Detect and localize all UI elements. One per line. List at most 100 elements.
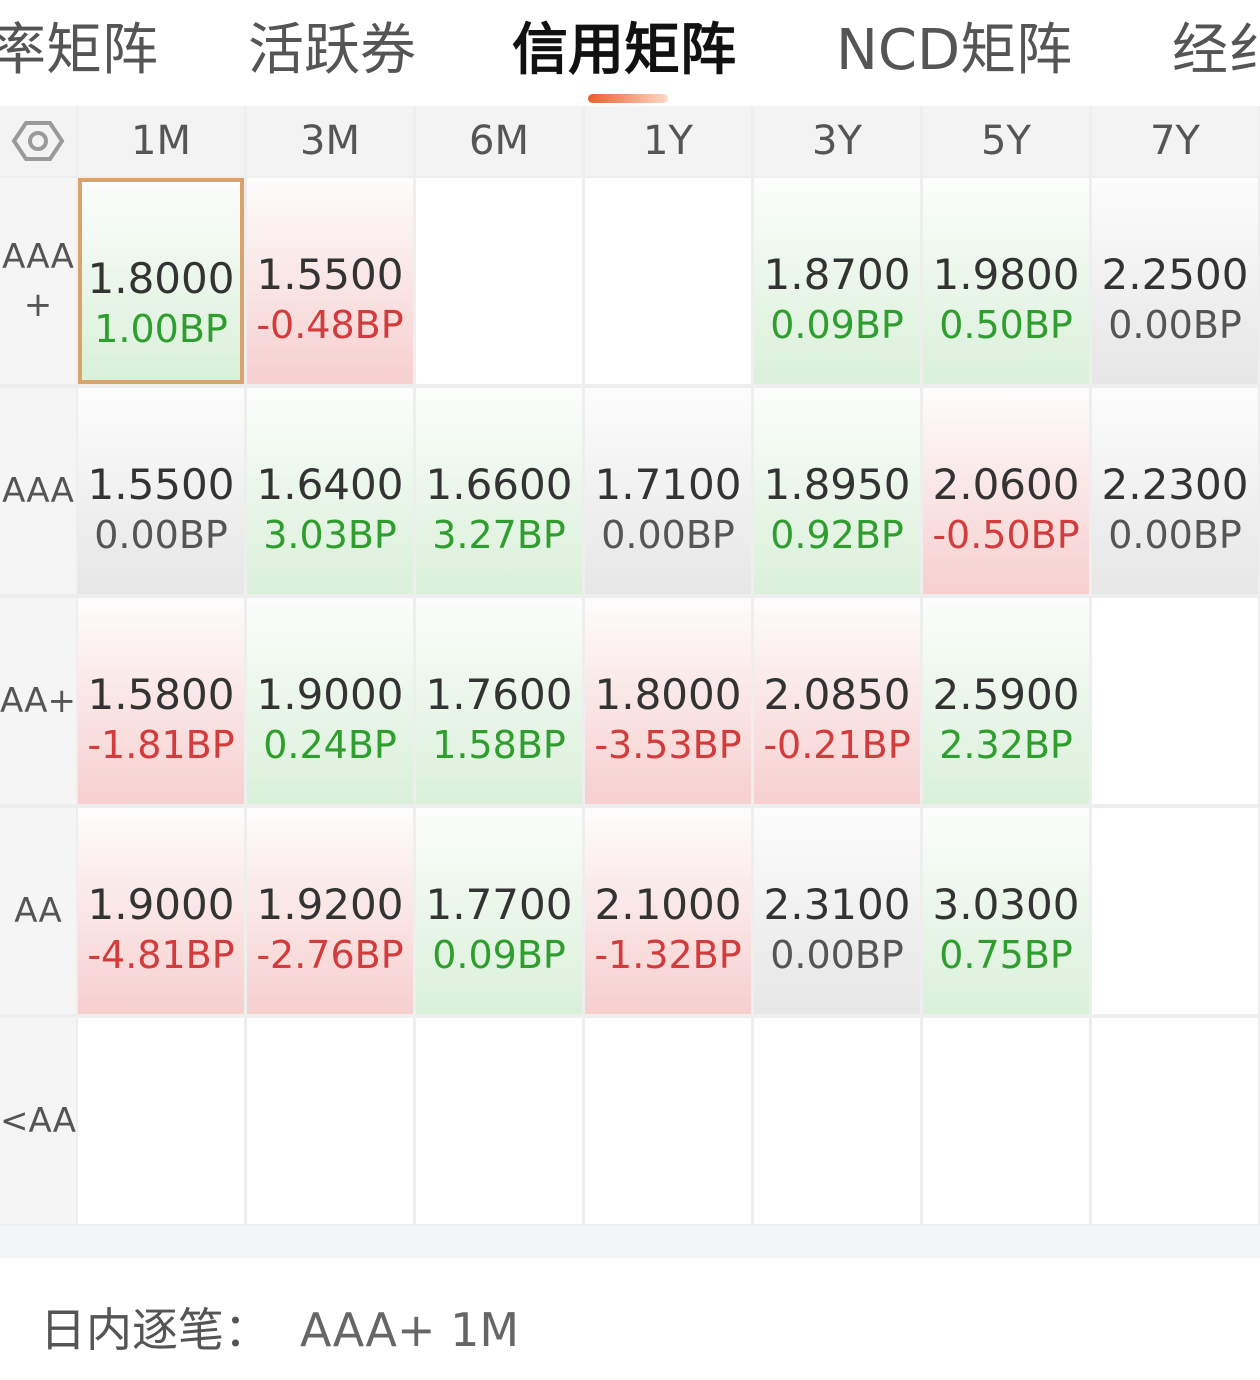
matrix-cell[interactable] [247, 1018, 413, 1224]
cell-yield: 1.8950 [763, 460, 911, 509]
tab-credit-matrix[interactable]: 信用矩阵 [512, 16, 736, 86]
cell-yield: 1.9000 [87, 880, 235, 929]
column-header: 5Y [923, 106, 1089, 176]
cell-change: -0.48BP [256, 303, 404, 347]
cell-change: 0.00BP [1108, 513, 1242, 557]
cell-change: 2.32BP [939, 723, 1073, 767]
intraday-ticks: 日内逐笔： AAA+ 1M [40, 1294, 519, 1360]
matrix-cell[interactable]: 1.8000 -3.53BP [585, 598, 751, 804]
cell-yield: 1.8000 [87, 254, 235, 303]
matrix-cell[interactable] [78, 1018, 244, 1224]
settings-button[interactable] [0, 106, 76, 176]
tab-active-bonds[interactable]: 活跃券 [248, 16, 416, 86]
matrix-cell[interactable]: 1.9000 0.24BP [247, 598, 413, 804]
matrix-cell[interactable]: 1.7600 1.58BP [416, 598, 582, 804]
cell-yield: 1.9000 [256, 670, 404, 719]
tab-next[interactable]: 经纟 [1172, 16, 1260, 86]
cell-yield: 2.5900 [932, 670, 1080, 719]
matrix-cell[interactable]: 1.9800 0.50BP [923, 178, 1089, 384]
matrix-cell[interactable]: 1.6400 3.03BP [247, 388, 413, 594]
cell-yield: 1.7600 [425, 670, 573, 719]
matrix-cell[interactable]: 1.5500 -0.48BP [247, 178, 413, 384]
cell-yield: 1.9800 [932, 250, 1080, 299]
cell-change: 0.50BP [939, 303, 1073, 347]
cell-yield: 2.2500 [1101, 250, 1249, 299]
row-label: AA [0, 808, 76, 1014]
matrix-cell[interactable]: 1.9000 -4.81BP [78, 808, 244, 1014]
cell-yield: 2.0600 [932, 460, 1080, 509]
hexagon-settings-icon [11, 121, 65, 161]
cell-yield: 1.5500 [256, 250, 404, 299]
tab-ncd-matrix[interactable]: NCD矩阵 [836, 16, 1072, 86]
column-header: 1M [78, 106, 244, 176]
matrix-cell[interactable]: 2.3100 0.00BP [754, 808, 920, 1014]
matrix-cell[interactable]: 1.9200 -2.76BP [247, 808, 413, 1014]
matrix-cell[interactable]: 1.5800 -1.81BP [78, 598, 244, 804]
matrix-cell[interactable]: 2.2300 0.00BP [1092, 388, 1258, 594]
matrix-cell[interactable]: 1.8000 1.00BP [78, 178, 244, 384]
cell-change: 0.75BP [939, 933, 1073, 977]
cell-change: 1.58BP [432, 723, 566, 767]
row-label-text: <AA [0, 1101, 76, 1141]
row-label-text: AA [14, 891, 62, 931]
cell-change: 3.03BP [263, 513, 397, 557]
matrix-cell[interactable]: 1.7100 0.00BP [585, 388, 751, 594]
cell-change: -4.81BP [87, 933, 235, 977]
cell-change: -3.53BP [594, 723, 742, 767]
matrix-cell[interactable]: 1.8700 0.09BP [754, 178, 920, 384]
matrix-cell[interactable] [416, 178, 582, 384]
column-header: 7Y [1092, 106, 1258, 176]
cell-yield: 1.5800 [87, 670, 235, 719]
matrix-cell[interactable] [585, 1018, 751, 1224]
matrix-cell[interactable]: 2.0600 -0.50BP [923, 388, 1089, 594]
matrix-cell[interactable]: 1.6600 3.27BP [416, 388, 582, 594]
cell-yield: 1.9200 [256, 880, 404, 929]
matrix-cell[interactable]: 1.8950 0.92BP [754, 388, 920, 594]
matrix-cell[interactable]: 3.0300 0.75BP [923, 808, 1089, 1014]
matrix-cell[interactable] [416, 1018, 582, 1224]
cell-yield: 2.0850 [763, 670, 911, 719]
cell-yield: 3.0300 [932, 880, 1080, 929]
cell-yield: 2.2300 [1101, 460, 1249, 509]
matrix-cell[interactable] [1092, 808, 1258, 1014]
cell-change: 0.00BP [770, 933, 904, 977]
active-tab-indicator [588, 94, 668, 103]
matrix-cell[interactable] [923, 1018, 1089, 1224]
credit-matrix-grid: 1M 3M 6M 1Y 3Y 5Y 7Y AAA+ 1.8000 1.00BP 1.5500 -0.4… [0, 106, 1260, 1226]
cell-change: -1.32BP [594, 933, 742, 977]
matrix-cell[interactable]: 2.5900 2.32BP [923, 598, 1089, 804]
column-header: 3M [247, 106, 413, 176]
matrix-cell[interactable] [1092, 598, 1258, 804]
footer: 日内逐笔： AAA+ 1M [0, 1226, 1260, 1380]
row-label: <AA [0, 1018, 76, 1224]
matrix-cell[interactable]: 1.7700 0.09BP [416, 808, 582, 1014]
matrix-cell[interactable]: 2.0850 -0.21BP [754, 598, 920, 804]
tab-rate-matrix[interactable]: 率矩阵 [0, 16, 158, 86]
row-label-text: AAA [2, 471, 74, 511]
column-header: 6M [416, 106, 582, 176]
intraday-selection: AAA+ 1M [300, 1303, 520, 1357]
cell-yield: 2.1000 [594, 880, 742, 929]
matrix-cell[interactable] [585, 178, 751, 384]
cell-change: 1.00BP [94, 307, 228, 351]
cell-change: 0.09BP [432, 933, 566, 977]
cell-change: -1.81BP [87, 723, 235, 767]
cell-yield: 1.7700 [425, 880, 573, 929]
column-header: 1Y [585, 106, 751, 176]
matrix-cell[interactable] [754, 1018, 920, 1224]
row-label-text: AA+ [0, 681, 76, 721]
intraday-label: 日内逐笔： [40, 1303, 270, 1357]
row-label: AAA [0, 388, 76, 594]
row-label: AAA+ [0, 178, 76, 384]
cell-yield: 1.6400 [256, 460, 404, 509]
cell-change: 0.92BP [770, 513, 904, 557]
matrix-cell[interactable]: 2.1000 -1.32BP [585, 808, 751, 1014]
matrix-cell[interactable]: 2.2500 0.00BP [1092, 178, 1258, 384]
tab-bar: 率矩阵 活跃券 信用矩阵 NCD矩阵 经纟 [0, 0, 1260, 106]
cell-change: 0.24BP [263, 723, 397, 767]
cell-change: 0.00BP [601, 513, 735, 557]
matrix-cell[interactable] [1092, 1018, 1258, 1224]
cell-yield: 1.5500 [87, 460, 235, 509]
matrix-cell[interactable]: 1.5500 0.00BP [78, 388, 244, 594]
cell-change: -0.50BP [932, 513, 1080, 557]
